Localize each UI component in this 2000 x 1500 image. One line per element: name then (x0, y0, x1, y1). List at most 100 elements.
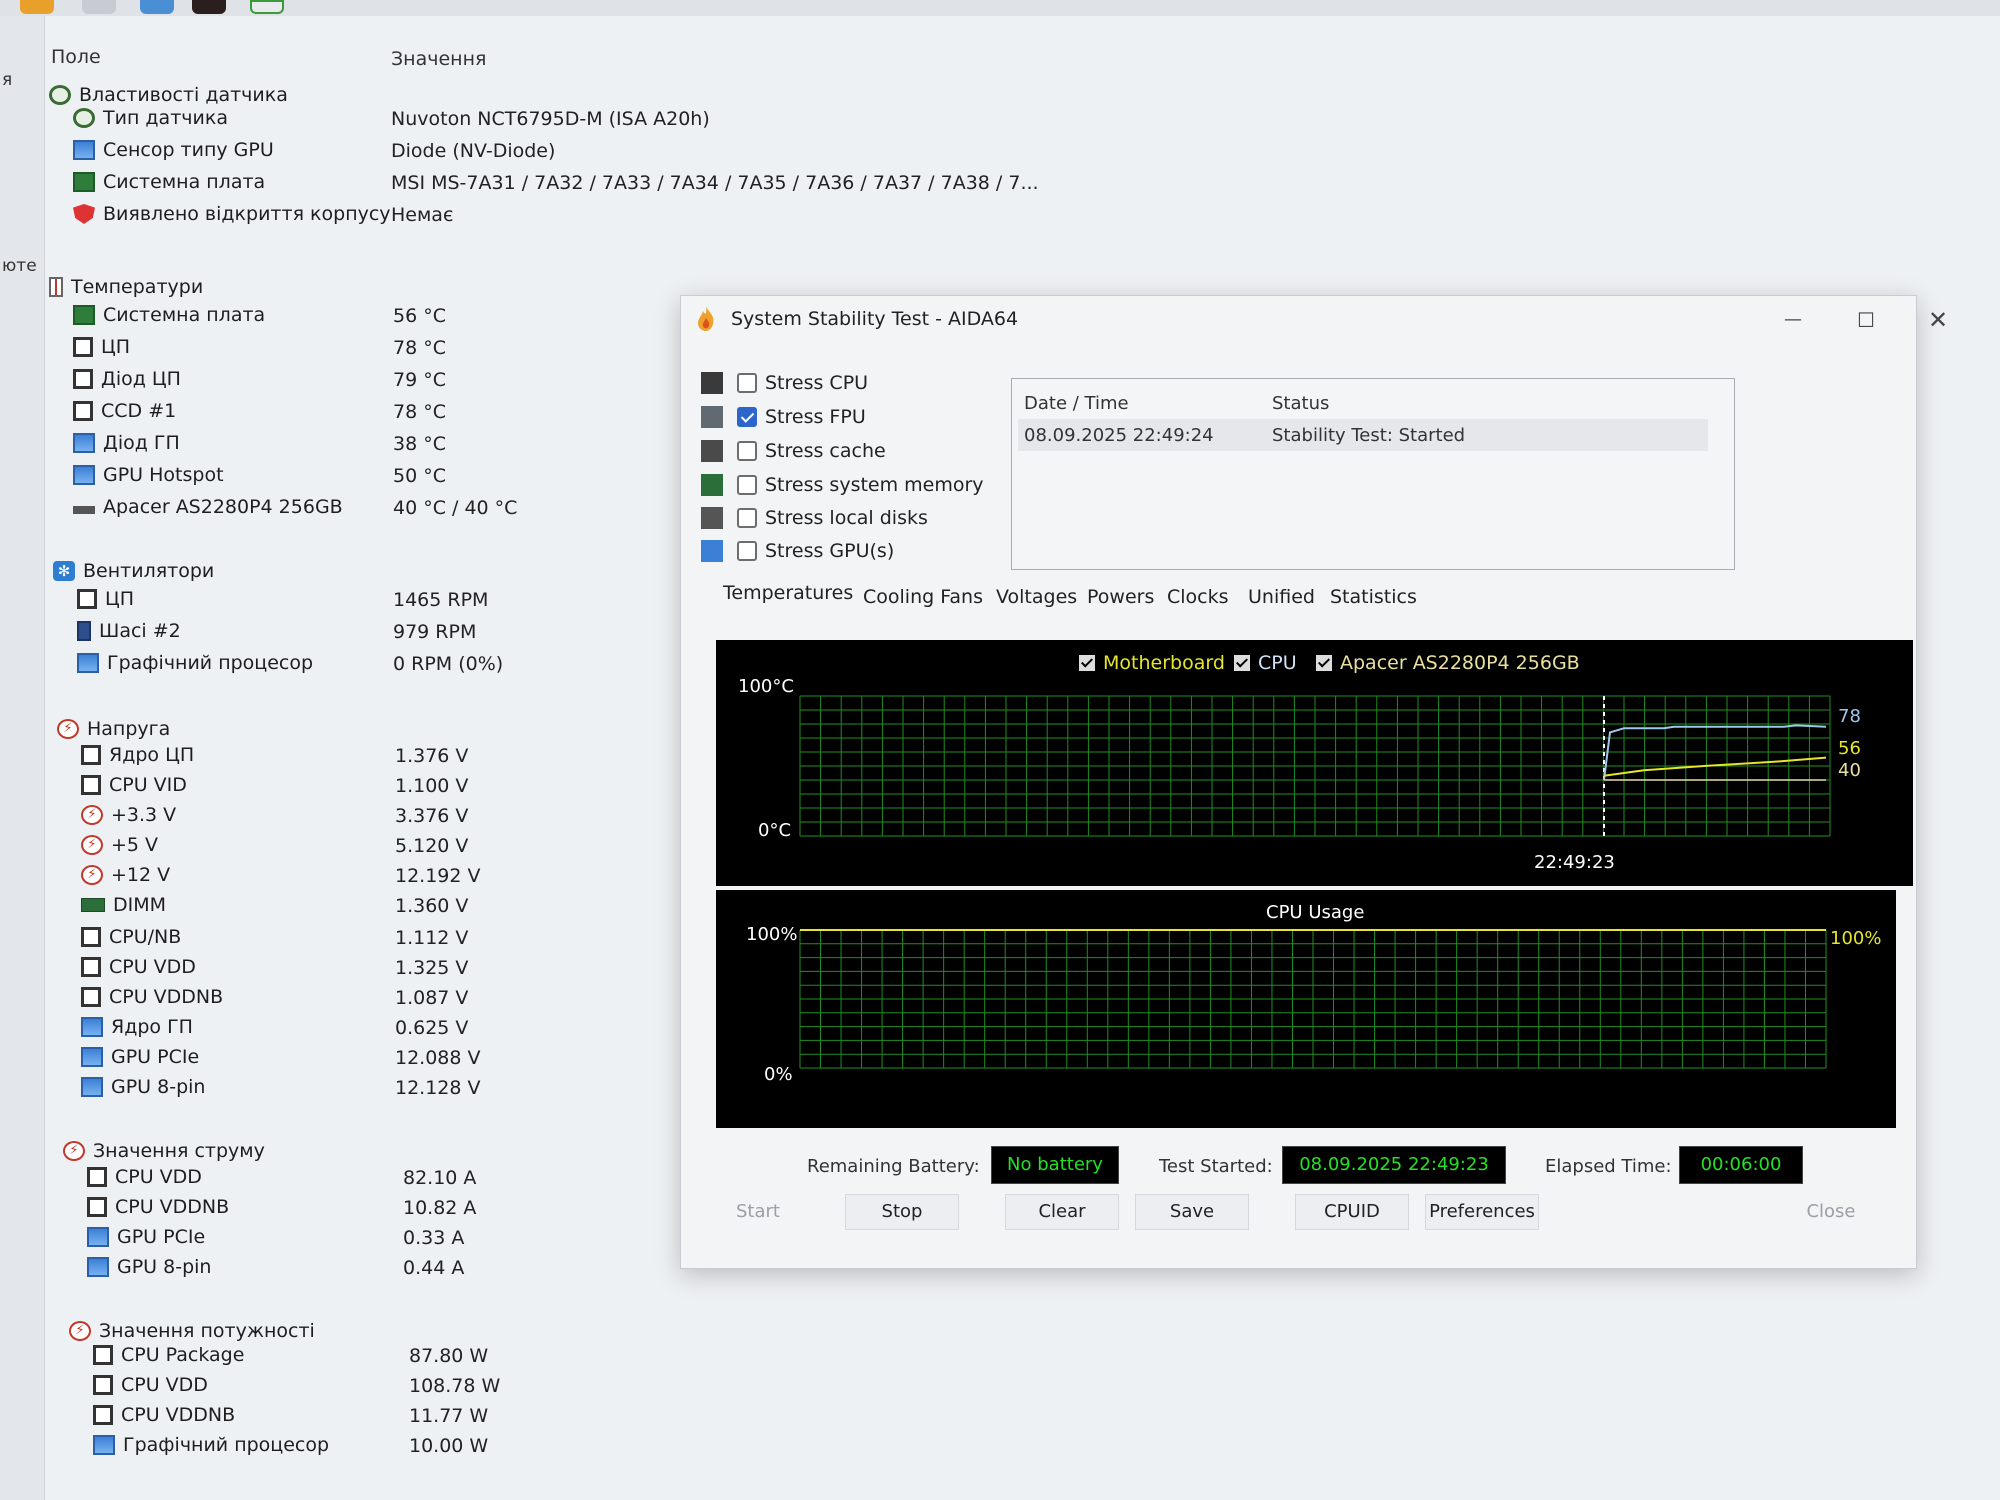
monitor-icon (87, 1257, 109, 1277)
sensor-row[interactable]: Виявлено відкриття корпусу (73, 199, 391, 229)
dimm-icon (81, 898, 105, 912)
sensor-row[interactable]: Системна плата (73, 300, 265, 330)
app-icon-notes[interactable] (82, 0, 116, 14)
sensor-row[interactable]: CPU VDD (81, 952, 196, 982)
sensor-label: Системна плата (103, 304, 266, 326)
sensor-row[interactable]: GPU PCIe (81, 1042, 199, 1072)
tab-statistics[interactable]: Statistics (1330, 586, 1417, 608)
sensor-row[interactable]: DIMM (81, 890, 166, 920)
tab-temperatures[interactable]: Temperatures (723, 582, 853, 604)
sensor-row[interactable]: Шасі #2 (77, 616, 181, 646)
cpu-icon (81, 775, 101, 795)
clear-button[interactable]: Clear (1005, 1194, 1119, 1230)
log-header-status[interactable]: Status (1272, 393, 1329, 414)
stress-option-label: Stress GPU(s) (765, 540, 895, 562)
sensor-row[interactable]: Діод ЦП (73, 364, 181, 394)
stress-option-label: Stress CPU (765, 372, 869, 394)
sensor-label: Ядро ГП (111, 1016, 193, 1038)
sensor-row[interactable]: CCD #1 (73, 396, 176, 426)
sensor-row[interactable]: Сенсор типу GPU (73, 135, 274, 165)
sensor-value: MSI MS-7A31 / 7A32 / 7A33 / 7A34 / 7A35 … (391, 172, 1039, 194)
group-temps[interactable]: Температури (49, 272, 203, 302)
start-button[interactable]: Start (717, 1194, 799, 1230)
cpu-usage-plot (799, 929, 1827, 1069)
sensor-row[interactable]: Графічний процесор (93, 1430, 329, 1460)
sensor-row[interactable]: GPU Hotspot (73, 460, 224, 490)
sensor-value: 979 RPM (393, 621, 477, 643)
sensor-row[interactable]: Діод ГП (73, 428, 180, 458)
sensor-row[interactable]: CPU VID (81, 770, 187, 800)
tab-voltages[interactable]: Voltages (996, 586, 1077, 608)
sensor-row[interactable]: CPU VDDNB (81, 982, 223, 1012)
app-icon-browser[interactable] (250, 0, 284, 14)
stress-checkbox[interactable] (737, 508, 757, 528)
app-icon-dark[interactable] (192, 0, 226, 14)
sensor-row[interactable]: ЦП (77, 584, 134, 614)
tab-clocks[interactable]: Clocks (1167, 586, 1229, 608)
sensor-row[interactable]: CPU VDDNB (93, 1400, 235, 1430)
sensor-value: 10.82 A (403, 1197, 477, 1219)
sensor-row[interactable]: CPU Package (93, 1340, 244, 1370)
group-label: Напруга (87, 718, 171, 740)
sensor-row[interactable]: Ядро ЦП (81, 740, 194, 770)
app-icon-orange[interactable] (20, 0, 54, 14)
stress-option[interactable]: Stress system memory (701, 470, 984, 500)
elapsed-time-label: Elapsed Time: (1545, 1156, 1672, 1177)
sensor-row[interactable]: GPU 8-pin (87, 1252, 211, 1282)
sensor-row[interactable]: ⚡ +3.3 V (81, 800, 176, 830)
stress-checkbox[interactable] (737, 373, 757, 393)
minimize-button[interactable]: — (1773, 302, 1813, 338)
thermometer-icon (49, 277, 63, 297)
stability-test-window: System Stability Test - AIDA64 — ☐ ✕ Str… (680, 295, 1948, 1269)
sensor-label: CPU VDDNB (109, 986, 224, 1008)
stress-option[interactable]: Stress local disks (701, 503, 928, 533)
stop-button[interactable]: Stop (845, 1194, 959, 1230)
sensor-row[interactable]: Системна плата (73, 167, 265, 197)
sensor-row[interactable]: ⚡ +5 V (81, 830, 158, 860)
stress-option[interactable]: Stress CPU (701, 368, 868, 398)
sensor-row[interactable]: ⚡ +12 V (81, 860, 170, 890)
stress-checkbox[interactable] (737, 475, 757, 495)
sensor-row[interactable]: Ядро ГП (81, 1012, 193, 1042)
sensor-row[interactable]: CPU VDDNB (87, 1192, 229, 1222)
sensor-row[interactable]: GPU PCIe (87, 1222, 205, 1252)
sensor-label: GPU PCIe (111, 1046, 200, 1068)
temperature-graph: Motherboard CPU Apacer AS2280P4 256GB 10… (716, 640, 1913, 886)
sensor-row[interactable]: Графічний процесор (77, 648, 313, 678)
column-header-field[interactable]: Поле (51, 46, 101, 68)
group-label: Значення потужності (99, 1320, 315, 1342)
stress-option[interactable]: Stress cache (701, 436, 886, 466)
sensor-row[interactable]: GPU 8-pin (81, 1072, 205, 1102)
sensor-value: 87.80 W (409, 1345, 489, 1367)
tab-unified[interactable]: Unified (1248, 586, 1315, 608)
close-button[interactable]: Close (1785, 1194, 1877, 1230)
sensor-row[interactable]: CPU VDD (87, 1162, 202, 1192)
sensor-value: 12.192 V (395, 865, 481, 887)
monitor-icon (81, 1017, 103, 1037)
stress-option[interactable]: Stress GPU(s) (701, 536, 894, 566)
sensor-row[interactable]: CPU/NB (81, 922, 181, 952)
sensor-value: 1465 RPM (393, 589, 489, 611)
cpuid-button[interactable]: CPUID (1295, 1194, 1409, 1230)
stress-checkbox[interactable] (737, 541, 757, 561)
group-fans[interactable]: ✻ Вентилятори (53, 556, 214, 586)
sensor-label: CCD #1 (101, 400, 177, 422)
close-window-button[interactable]: ✕ (1918, 302, 1958, 338)
preferences-button[interactable]: Preferences (1425, 1194, 1539, 1230)
tab-powers[interactable]: Powers (1087, 586, 1154, 608)
sensor-row[interactable]: Apacer AS2280P4 256GB (73, 492, 343, 522)
sensor-row[interactable]: ЦП (73, 332, 130, 362)
stress-option[interactable]: Stress FPU (701, 402, 866, 432)
stress-checkbox[interactable] (737, 407, 757, 427)
app-icon-blue[interactable] (140, 0, 174, 14)
sensor-row[interactable]: Тип датчика (73, 103, 228, 133)
save-button[interactable]: Save (1135, 1194, 1249, 1230)
tab-cooling-fans[interactable]: Cooling Fans (863, 586, 983, 608)
stress-option-label: Stress local disks (765, 507, 928, 529)
sensor-label: Шасі #2 (99, 620, 181, 642)
column-header-value[interactable]: Значення (391, 48, 486, 70)
sensor-row[interactable]: CPU VDD (93, 1370, 208, 1400)
maximize-button[interactable]: ☐ (1846, 302, 1886, 338)
log-header-date[interactable]: Date / Time (1024, 393, 1129, 414)
stress-checkbox[interactable] (737, 441, 757, 461)
